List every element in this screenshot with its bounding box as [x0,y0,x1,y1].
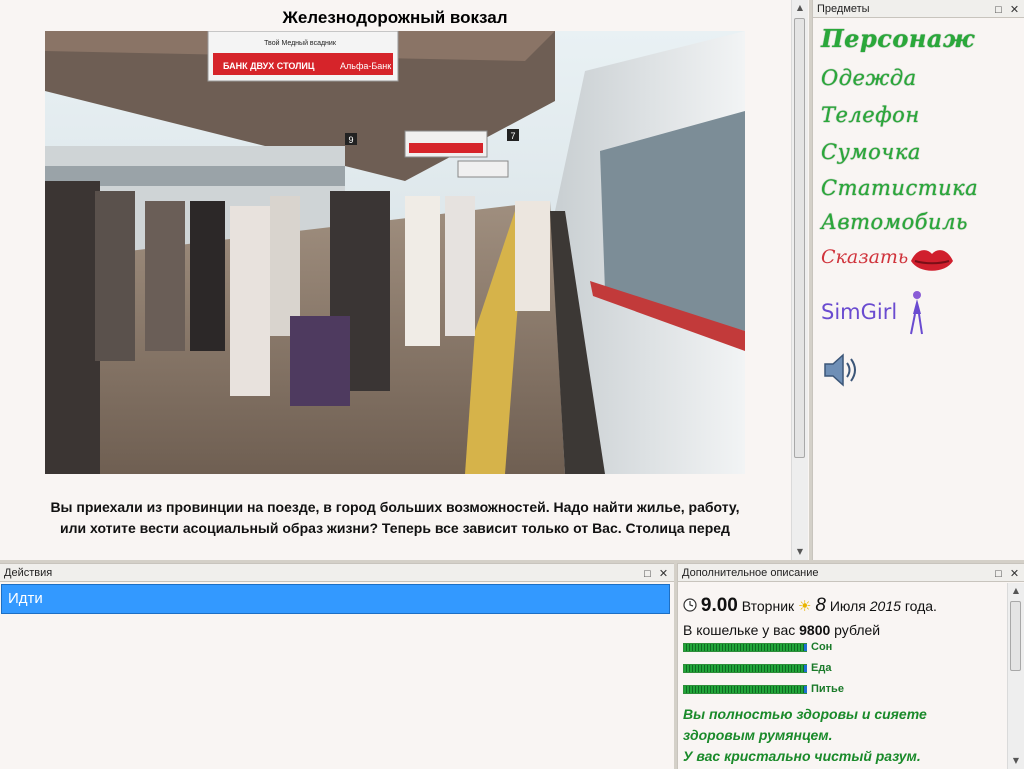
date-time-line: 9.00 Вторник ☀ 8 Июля 2015 года. [683,595,937,617]
action-go[interactable]: Идти [1,584,670,614]
platform-sign-9: 9 [348,135,353,145]
platform-sign-7: 7 [510,131,515,141]
item-character[interactable]: Персонаж [821,24,975,53]
item-simgirl-label: SimGirl [821,300,898,324]
description-line-1: Вы приехали из провинции на поезде, в го… [50,499,740,515]
food-bar-end [804,665,807,672]
day-value: 8 [815,595,826,616]
sleep-bar-fill [684,644,806,651]
drink-bar-fill [684,686,806,693]
restore-icon[interactable]: □ [992,1,1005,19]
girl-figure-icon [910,291,923,335]
item-say-label: Сказать [821,246,909,268]
items-panel-title-text: Предметы [817,3,870,15]
speaker-icon[interactable] [821,350,861,390]
actions-panel-title: Действия □ ✕ [0,564,674,582]
sleep-bar-track [683,643,807,652]
items-panel: Предметы □ ✕ Персонаж Одежда Телефон Сум… [812,0,1024,560]
food-bar-fill [684,665,806,672]
extra-panel-title: Дополнительное описание □ ✕ [678,564,1024,582]
location-image: Твой Медный всадник БАНК ДВУХ СТОЛИЦ Аль… [45,31,745,474]
restore-icon[interactable]: □ [641,565,654,583]
health-line-3: У вас кристально чистый разум. [683,748,921,764]
scroll-up-arrow-icon[interactable]: ▲ [1008,583,1024,599]
close-icon[interactable]: ✕ [1008,565,1021,583]
food-bar-label: Еда [811,662,832,674]
scroll-thumb[interactable] [1010,601,1021,671]
item-phone[interactable]: Телефон [821,103,920,127]
time-value: 9.00 [700,595,738,616]
year-suffix: года. [904,598,937,614]
lips-icon [911,250,953,271]
drink-bar-track [683,685,807,694]
scroll-up-arrow-icon[interactable]: ▲ [792,0,808,16]
close-icon[interactable]: ✕ [657,565,670,583]
description-line-2: или хотите вести асоциальный образ жизни… [60,520,730,536]
month-value: Июля [829,598,866,614]
wallet-prefix: В кошельке у вас [683,622,796,638]
actions-panel: Действия □ ✕ Идти [0,563,674,769]
health-status: Вы полностью здоровы и сияете здоровым р… [683,704,927,767]
item-statistics[interactable]: Статистика [821,176,978,200]
close-icon[interactable]: ✕ [1008,1,1021,19]
extra-description-panel: Дополнительное описание □ ✕ 9.00 Вторник… [677,563,1024,769]
items-panel-title: Предметы □ ✕ [813,0,1024,18]
actions-panel-title-text: Действия [4,567,53,579]
location-description: Вы приехали из провинции на поезде, в го… [0,497,790,539]
wallet-line: В кошельке у вас 9800 рублей [683,622,880,638]
extra-panel-title-text: Дополнительное описание [682,567,819,579]
scroll-down-arrow-icon[interactable]: ▼ [792,544,808,560]
drink-bar-label: Питье [811,683,844,695]
item-say[interactable]: Сказать [821,244,961,278]
railway-station-scene: Твой Медный всадник БАНК ДВУХ СТОЛИЦ Аль… [45,31,745,474]
drink-bar-end [804,686,807,693]
health-line-1: Вы полностью здоровы и сияете [683,706,927,722]
wallet-suffix: рублей [834,622,881,638]
wallet-amount: 9800 [799,622,831,638]
restore-icon[interactable]: □ [992,565,1005,583]
weekday: Вторник [741,598,795,614]
sleep-bar-end [804,644,807,651]
food-bar-track [683,664,807,673]
banner-brand: Альфа-Банк [340,61,391,71]
sun-icon: ☀ [798,598,812,615]
item-handbag[interactable]: Сумочка [821,140,921,164]
banner-bank-name: БАНК ДВУХ СТОЛИЦ [223,61,315,71]
health-line-2: здоровым румянцем. [683,727,833,743]
item-clothes[interactable]: Одежда [821,66,917,90]
location-title: Железнодорожный вокзал [282,8,508,27]
item-car[interactable]: Автомобиль [821,210,968,234]
main-description-panel: Железнодорожный вокзал Твой Медный всадн… [0,0,809,560]
item-simgirl[interactable]: SimGirl [821,290,941,338]
banner-small-text: Твой Медный всадник [264,39,337,47]
extra-scrollbar[interactable]: ▲ ▼ [1007,583,1024,769]
sleep-bar-label: Сон [811,641,833,653]
scroll-down-arrow-icon[interactable]: ▼ [1008,753,1024,769]
scroll-thumb[interactable] [794,18,805,458]
clock-icon [683,598,697,612]
year-value: 2015 [869,598,901,614]
main-scrollbar[interactable]: ▲ ▼ [791,0,808,560]
